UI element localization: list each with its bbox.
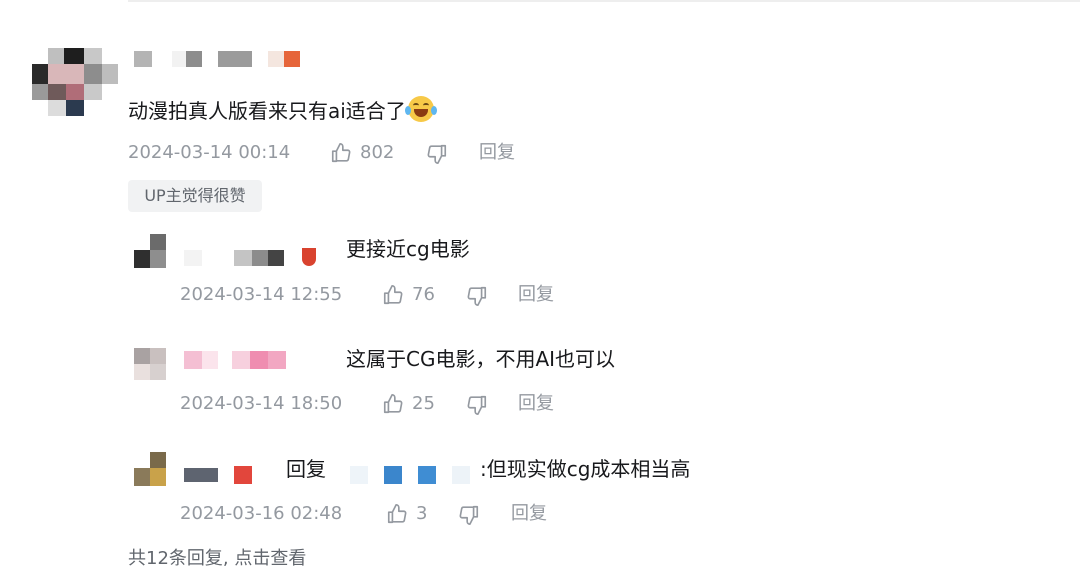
username-blurred[interactable] bbox=[184, 351, 294, 369]
view-all-replies-link[interactable]: 共12条回复, 点击查看 bbox=[128, 546, 306, 572]
reply-text: :但现实做cg成本相当高 bbox=[480, 457, 691, 481]
like-count: 802 bbox=[360, 142, 395, 163]
thumbs-down-icon[interactable] bbox=[426, 143, 448, 165]
laughing-tears-emoji-icon bbox=[404, 96, 437, 122]
avatar[interactable] bbox=[32, 48, 120, 118]
comment-text: 动漫拍真人版看来只有ai适合了 bbox=[128, 96, 437, 125]
reply-time: 2024-03-14 12:55 bbox=[180, 284, 343, 305]
reply-button[interactable]: 回复 bbox=[518, 283, 554, 307]
reply-time: 2024-03-14 18:50 bbox=[180, 393, 343, 414]
like-count: 76 bbox=[412, 284, 435, 305]
thumbs-up-icon[interactable] bbox=[382, 284, 404, 306]
thumbs-down-icon[interactable] bbox=[466, 285, 488, 307]
divider bbox=[128, 0, 1080, 2]
reply-text: 这属于CG电影，不用AI也可以 bbox=[346, 347, 616, 371]
thumbs-down-icon[interactable] bbox=[458, 504, 480, 526]
thumbs-down-icon[interactable] bbox=[466, 394, 488, 416]
avatar[interactable] bbox=[134, 452, 168, 486]
reply-button[interactable]: 回复 bbox=[518, 392, 554, 416]
reply-prefix: 回复 bbox=[286, 457, 326, 481]
reply-button[interactable]: 回复 bbox=[511, 502, 547, 526]
mentioned-username-blurred[interactable] bbox=[332, 466, 472, 484]
like-count: 3 bbox=[416, 503, 428, 524]
username-blurred[interactable] bbox=[134, 51, 304, 67]
like-count: 25 bbox=[412, 393, 435, 414]
reply-time: 2024-03-16 02:48 bbox=[180, 503, 343, 524]
avatar[interactable] bbox=[134, 348, 168, 380]
thumbs-up-icon[interactable] bbox=[386, 503, 408, 525]
reply-text: 更接近cg电影 bbox=[346, 237, 470, 261]
username-blurred[interactable] bbox=[184, 238, 324, 268]
comment-time: 2024-03-14 00:14 bbox=[128, 142, 291, 163]
username-blurred[interactable] bbox=[184, 466, 254, 484]
up-liked-badge: UP主觉得很赞 bbox=[128, 180, 262, 212]
reply-button[interactable]: 回复 bbox=[479, 141, 515, 165]
avatar[interactable] bbox=[134, 234, 168, 268]
thumbs-up-icon[interactable] bbox=[330, 142, 352, 164]
thumbs-up-icon[interactable] bbox=[382, 393, 404, 415]
